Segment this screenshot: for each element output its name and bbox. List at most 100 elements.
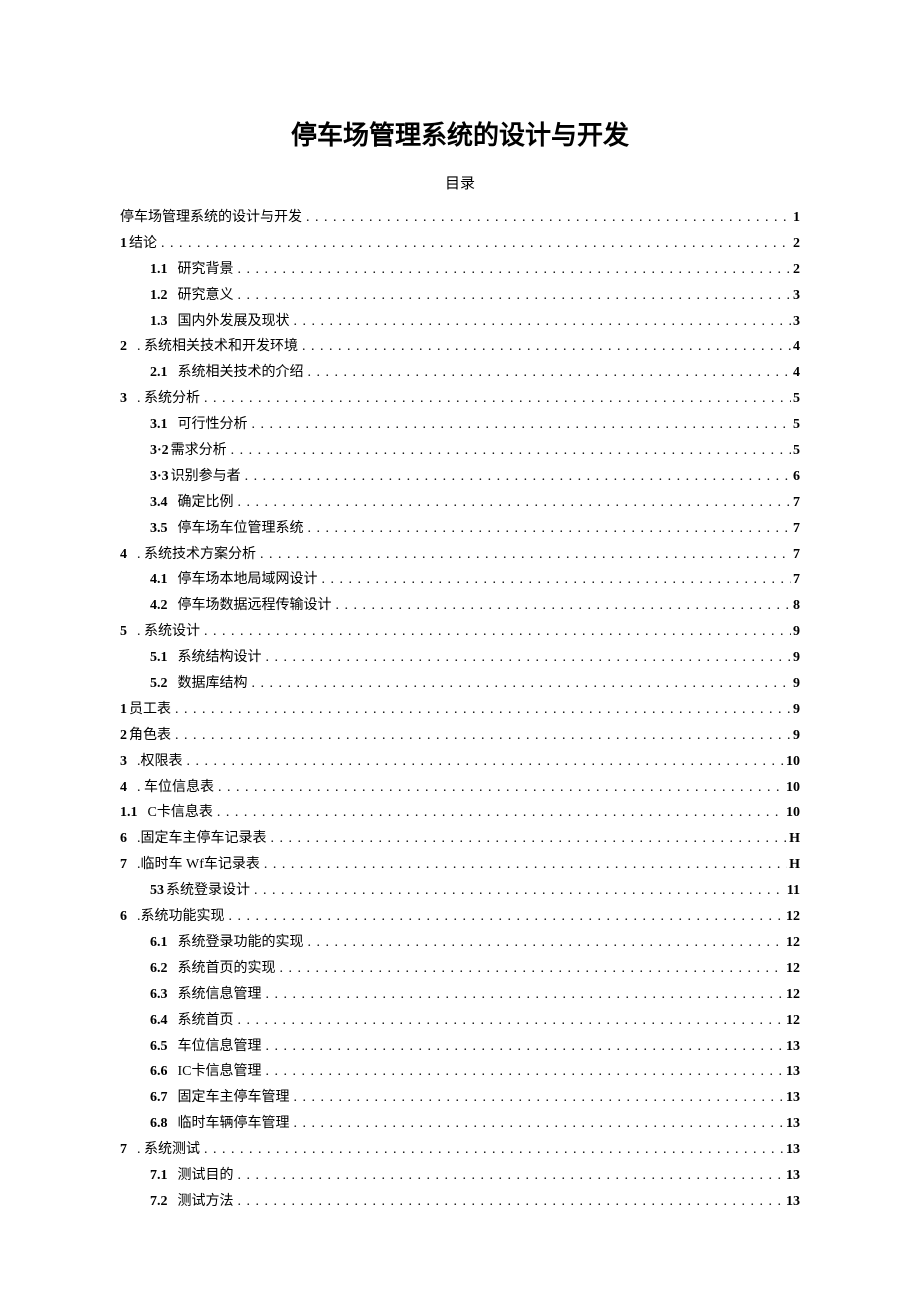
toc-entry-page: 13	[784, 1163, 800, 1189]
toc-entry-text: 系统首页的实现	[178, 961, 276, 976]
toc-leader-dots	[260, 852, 787, 878]
toc-entry-text: 系统首页	[178, 1013, 234, 1028]
toc-entry-page: 13	[784, 1189, 800, 1215]
toc-entry-label: 1.2研究意义	[150, 283, 234, 309]
toc-entry-number: 3.1	[150, 417, 168, 432]
toc-entry-label: 3.权限表	[120, 749, 183, 775]
toc-entry-number: 4.1	[150, 572, 168, 587]
toc-entry: 4.1停车场本地局域网设计7	[120, 567, 800, 593]
toc-entry-number: 4.2	[150, 598, 168, 613]
toc-entry-text: 研究意义	[178, 288, 234, 303]
toc-entry-text: 数据库结构	[178, 676, 248, 691]
page-title: 停车场管理系统的设计与开发	[120, 115, 800, 152]
toc-entry: 3.1可行性分析5	[120, 412, 800, 438]
toc-entry-text: 可行性分析	[178, 417, 248, 432]
toc-leader-dots	[262, 982, 785, 1008]
toc-entry-label: 2角色表	[120, 723, 171, 749]
toc-entry: 3·3识别参与者6	[120, 464, 800, 490]
toc-entry-number: 3·3	[150, 469, 169, 484]
toc-leader-dots	[262, 645, 792, 671]
toc-leader-dots	[304, 930, 785, 956]
toc-entry-number: 1	[120, 236, 127, 251]
toc-entry-label: 3·2需求分析	[150, 438, 227, 464]
toc-leader-dots	[302, 205, 791, 231]
toc-leader-dots	[183, 749, 785, 775]
toc-entry-page: 12	[784, 982, 800, 1008]
toc-entry: 1.1C卡信息表 10	[120, 800, 800, 826]
toc-leader-dots	[318, 567, 792, 593]
toc-leader-dots	[262, 1034, 785, 1060]
toc-leader-dots	[213, 800, 784, 826]
toc-entry-text: IC卡信息管理	[178, 1064, 262, 1079]
toc-entry-text: . 系统测试	[137, 1142, 200, 1157]
toc-entry-page: 9	[791, 619, 800, 645]
toc-entry: 2. 系统相关技术和开发环境4	[120, 334, 800, 360]
toc-entry-text: .系统功能实现	[137, 909, 225, 924]
toc-entry-page: 13	[784, 1059, 800, 1085]
toc-entry-number: 3.5	[150, 521, 168, 536]
toc-entry: 2角色表9	[120, 723, 800, 749]
toc-entry-label: 5.2数据库结构	[150, 671, 248, 697]
toc-entry-number: 3	[120, 754, 127, 769]
toc-entry-page: 2	[791, 231, 800, 257]
toc-entry-page: 11	[785, 878, 800, 904]
toc-leader-dots	[234, 490, 792, 516]
toc-entry-page: 13	[784, 1085, 800, 1111]
toc-entry-label: 3. 系统分析	[120, 386, 200, 412]
toc-entry: 5.2数据库结构9	[120, 671, 800, 697]
toc-entry: 6.系统功能实现12	[120, 904, 800, 930]
toc-entry-label: 3.5停车场车位管理系统	[150, 516, 304, 542]
toc-entry-number: 2.1	[150, 365, 168, 380]
toc-entry: 2.1系统相关技术的介绍4	[120, 360, 800, 386]
toc-entry-number: 4	[120, 780, 127, 795]
toc-entry-page: 9	[791, 697, 800, 723]
toc-leader-dots	[276, 956, 785, 982]
toc-entry-label: 1结论	[120, 231, 157, 257]
toc-entry-label: 5. 系统设计	[120, 619, 200, 645]
toc-entry-number: 6.5	[150, 1039, 168, 1054]
toc-entry-text: 停车场数据远程传输设计	[178, 598, 332, 613]
toc-entry-text: 系统信息管理	[178, 987, 262, 1002]
toc-leader-dots	[241, 464, 791, 490]
toc-entry-label: 4. 系统技术方案分析	[120, 542, 256, 568]
toc-entry-text: 系统登录功能的实现	[178, 935, 304, 950]
toc-entry-label: 7. 系统测试	[120, 1137, 200, 1163]
toc-leader-dots	[234, 283, 792, 309]
toc-entry-text: 测试目的	[178, 1168, 234, 1183]
toc-leader-dots	[250, 878, 785, 904]
toc-entry-label: 7.2测试方法	[150, 1189, 234, 1215]
toc-entry-label: 3.4确定比例	[150, 490, 234, 516]
toc-leader-dots	[262, 1059, 785, 1085]
toc-entry-label: 4.2 停车场数据远程传输设计	[150, 593, 332, 619]
toc-entry: 3.4确定比例 7	[120, 490, 800, 516]
toc-entry-text: . 系统技术方案分析	[137, 547, 256, 562]
toc-entry-number: 53	[150, 883, 164, 898]
toc-entry-number: 3.4	[150, 495, 168, 510]
toc-entry-number: 6.3	[150, 987, 168, 1002]
toc-leader-dots	[234, 1163, 785, 1189]
toc-leader-dots	[267, 826, 788, 852]
toc-entry: 5.1系统结构设计9	[120, 645, 800, 671]
toc-entry-page: 7	[791, 490, 800, 516]
toc-entry-label: 5.1系统结构设计	[150, 645, 262, 671]
toc-entry: 1结论 2	[120, 231, 800, 257]
toc-leader-dots	[227, 438, 791, 464]
toc-entry-label: 1.1C卡信息表	[120, 800, 213, 826]
toc-entry: 7. 系统测试13	[120, 1137, 800, 1163]
toc-entry: 6.8临时车辆停车管理13	[120, 1111, 800, 1137]
toc-entry: 7.1测试目的13	[120, 1163, 800, 1189]
toc-entry-text: 系统结构设计	[178, 650, 262, 665]
toc-entry-text: 固定车主停车管理	[178, 1090, 290, 1105]
toc-entry-page: 10	[784, 800, 800, 826]
toc-entry-page: 6	[791, 464, 800, 490]
toc-entry-page: 12	[784, 930, 800, 956]
toc-heading: 目录	[120, 172, 800, 193]
toc-entry-text: . 系统分析	[137, 391, 200, 406]
toc-entry-label: 7.临时车 Wf车记录表	[120, 852, 260, 878]
toc-entry-number: 6	[120, 909, 127, 924]
toc-leader-dots	[304, 516, 792, 542]
toc-entry: 6.3 系统信息管理 12	[120, 982, 800, 1008]
toc-leader-dots	[304, 360, 792, 386]
toc-leader-dots	[290, 1111, 785, 1137]
toc-entry-page: 7	[791, 567, 800, 593]
